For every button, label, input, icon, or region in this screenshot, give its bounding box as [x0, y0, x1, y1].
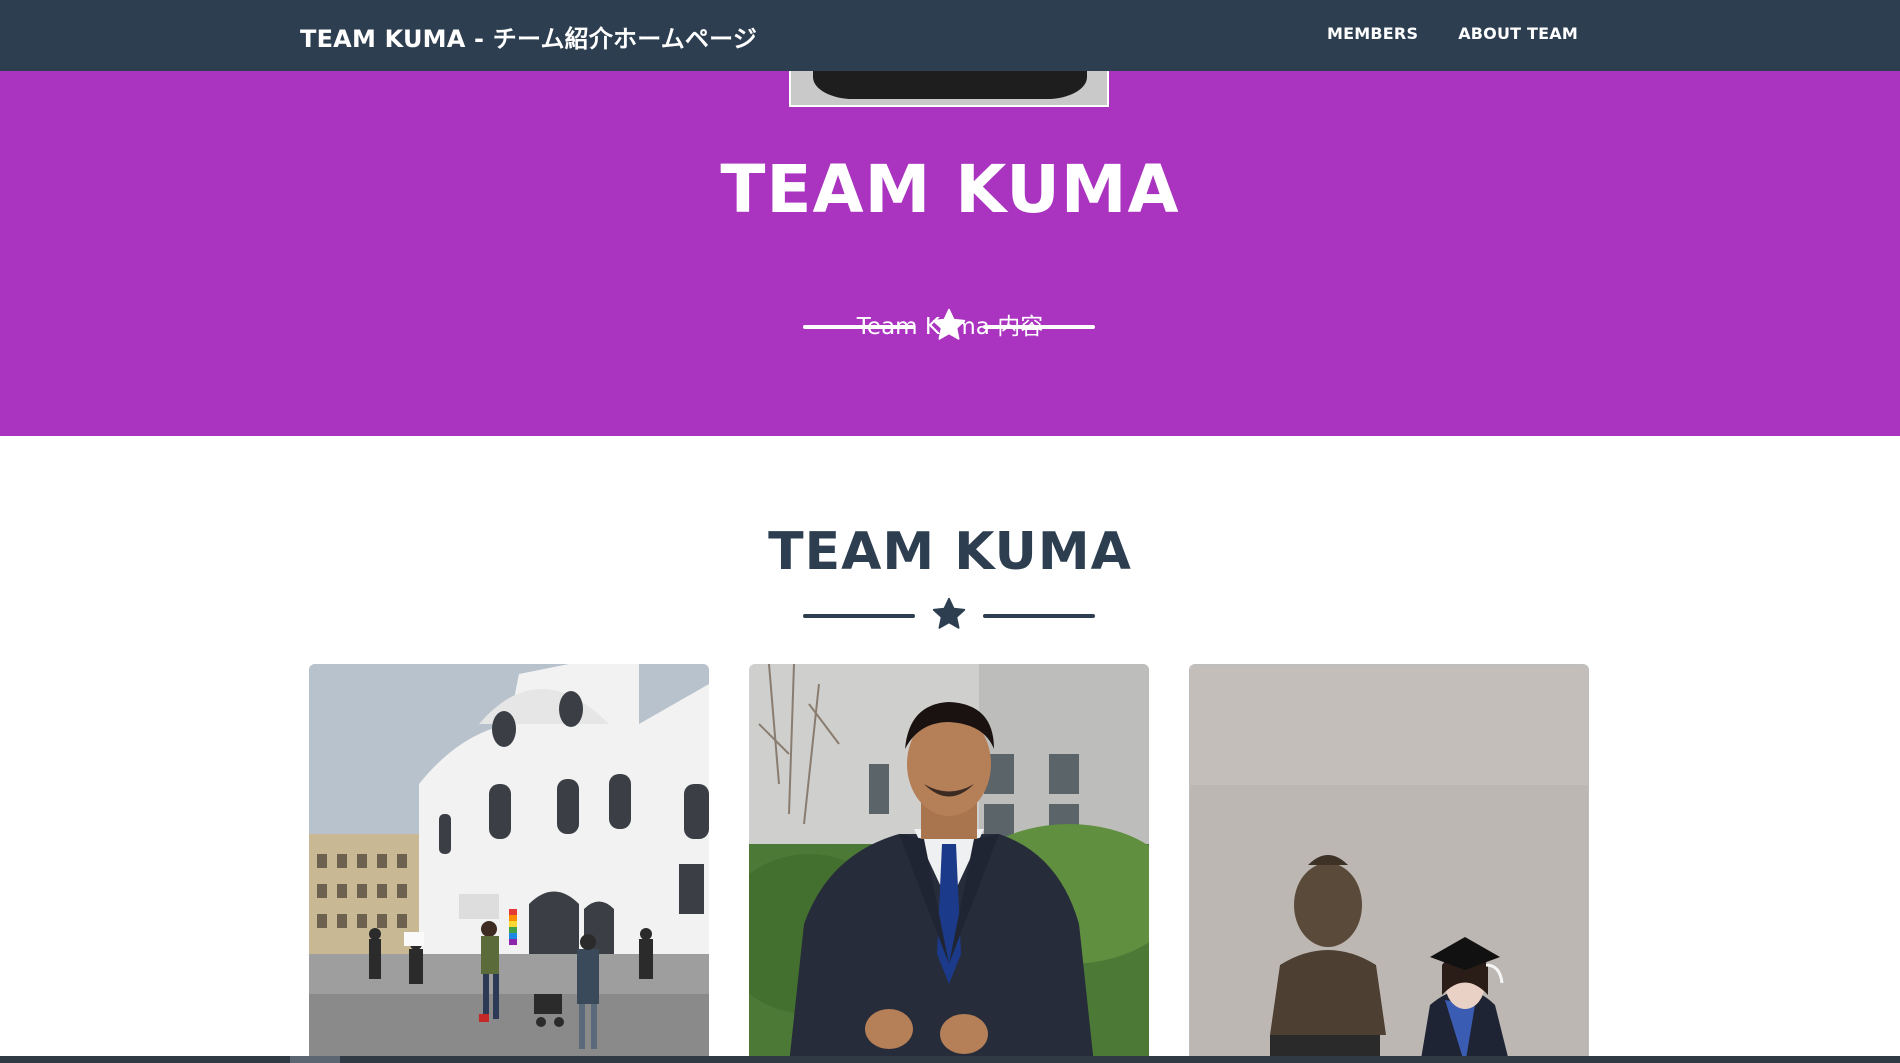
- scrollbar-thumb[interactable]: [290, 1056, 340, 1063]
- member-photo-card[interactable]: [1189, 664, 1589, 1063]
- hero-avatar-image: [789, 71, 1109, 107]
- brand-link[interactable]: TEAM KUMA - チーム紹介ホームページ: [300, 19, 757, 54]
- nav-link-about-team[interactable]: ABOUT TEAM: [1458, 24, 1578, 43]
- section-divider: [803, 596, 1095, 636]
- horizontal-scrollbar[interactable]: [0, 1056, 1900, 1063]
- hero-title: TEAM KUMA: [720, 151, 1180, 228]
- section-title: TEAM KUMA: [768, 522, 1132, 582]
- hero-subtitle: Team Kuma 内容: [856, 314, 1044, 340]
- star-icon: [932, 597, 966, 629]
- masthead: TEAM KUMA Team Kuma 内容: [0, 71, 1900, 436]
- member-photo-card[interactable]: [749, 664, 1149, 1063]
- navbar: TEAM KUMA - チーム紹介ホームページ MEMBERS ABOUT TE…: [0, 0, 1900, 71]
- nav-links: MEMBERS ABOUT TEAM: [1327, 24, 1578, 43]
- nav-link-members[interactable]: MEMBERS: [1327, 24, 1418, 43]
- member-photo-card[interactable]: [309, 664, 709, 1063]
